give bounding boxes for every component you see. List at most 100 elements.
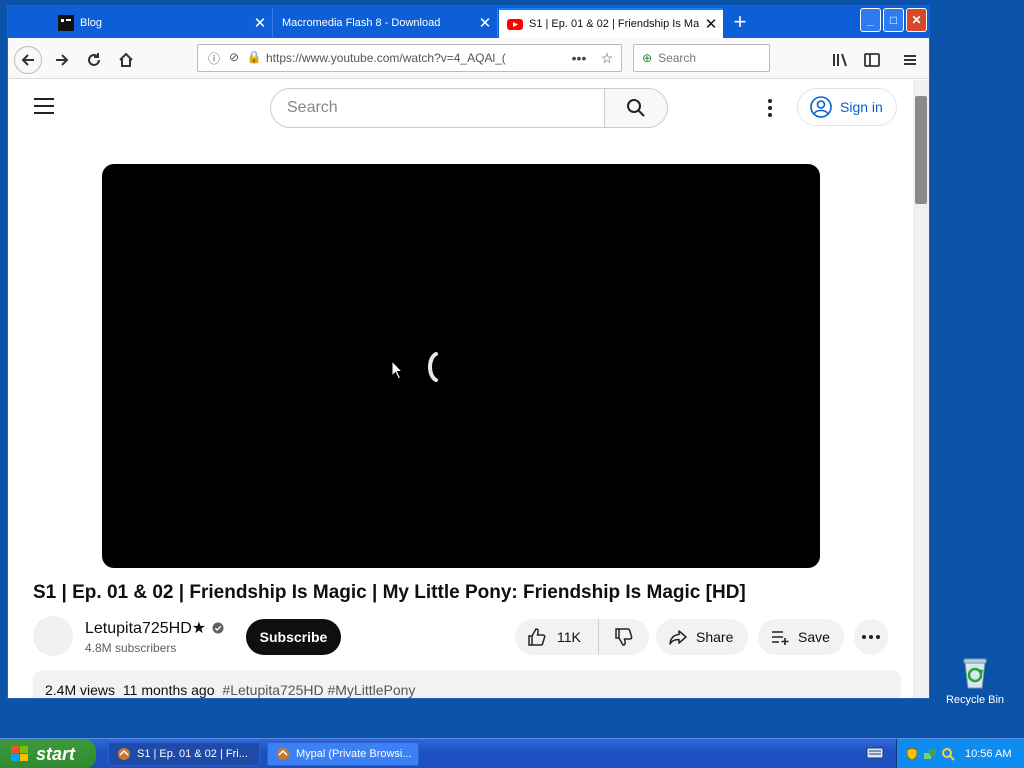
share-icon <box>669 630 687 645</box>
tracking-protection-icon[interactable]: ⊘ <box>226 50 242 66</box>
subscribe-button[interactable]: Subscribe <box>246 619 341 655</box>
share-label: Share <box>696 629 734 645</box>
close-tab-icon[interactable]: ✕ <box>699 15 723 33</box>
channel-avatar[interactable] <box>33 616 73 656</box>
search-icon <box>627 99 645 117</box>
verified-check-icon <box>212 622 224 634</box>
save-button[interactable]: Save <box>758 619 844 655</box>
back-arrow-icon <box>21 54 34 66</box>
tab-bar: Blog ✕ Macromedia Flash 8 - Download ✕ S… <box>8 6 929 38</box>
add-to-playlist-icon <box>772 631 789 645</box>
tab-youtube[interactable]: S1 | Ep. 01 & 02 | Friendship Is Ma ✕ <box>499 8 723 38</box>
recycle-bin-icon <box>960 656 990 690</box>
navigation-toolbar: ⓘ ⊘ 🔒 https://www.youtube.com/watch?v=4_… <box>8 38 929 79</box>
recycle-bin-label: Recycle Bin <box>945 694 1005 706</box>
browser-window: Blog ✕ Macromedia Flash 8 - Download ✕ S… <box>7 5 930 699</box>
dislike-button[interactable] <box>599 619 649 655</box>
hamburger-icon <box>904 55 916 65</box>
channel-name-row[interactable]: Letupita725HD★ <box>85 618 224 638</box>
window-controls: _ □ ✕ <box>860 8 927 32</box>
page-content: Search Sign in S1 | Ep. 01 & 02 | Friend… <box>8 80 913 698</box>
forward-button[interactable] <box>48 46 76 74</box>
account-icon <box>810 96 832 118</box>
vertical-scrollbar[interactable] <box>913 80 929 698</box>
taskbar-item-mypal[interactable]: Mypal (Private Browsi... <box>267 742 419 766</box>
clock: 10:56 AM <box>965 748 1012 760</box>
url-bar[interactable]: ⓘ ⊘ 🔒 https://www.youtube.com/watch?v=4_… <box>197 44 622 72</box>
mouse-cursor-icon <box>391 360 403 380</box>
youtube-favicon-icon <box>507 16 523 32</box>
like-dislike-group: 11K <box>515 619 649 655</box>
sidebar-button[interactable] <box>858 46 886 74</box>
security-shield-icon[interactable] <box>905 747 919 761</box>
taskbar-item-label: S1 | Ep. 01 & 02 | Fri... <box>137 748 248 760</box>
browser-app-icon <box>118 748 130 760</box>
browser-search-field[interactable]: ⊕ Search <box>633 44 770 72</box>
scrollbar-thumb[interactable] <box>915 96 927 204</box>
settings-menu-icon[interactable] <box>760 96 780 120</box>
search-tray-icon[interactable] <box>941 747 955 761</box>
loading-spinner-icon <box>428 352 438 382</box>
back-button[interactable] <box>14 46 42 74</box>
library-button[interactable] <box>826 46 854 74</box>
browser-search-placeholder: Search <box>658 51 697 65</box>
start-label: start <box>36 743 76 764</box>
more-actions-button[interactable] <box>854 619 888 655</box>
taskbar: start S1 | Ep. 01 & 02 | Fri... Mypal (P… <box>0 738 1024 768</box>
share-button[interactable]: Share <box>656 619 748 655</box>
library-icon <box>833 53 847 67</box>
recycle-bin[interactable]: Recycle Bin <box>940 656 1010 706</box>
network-icon[interactable] <box>923 747 937 761</box>
start-button[interactable]: start <box>0 739 96 768</box>
windows-flag-icon <box>11 746 28 761</box>
sign-in-button[interactable]: Sign in <box>797 88 897 126</box>
description-box[interactable]: 2.4M views 11 months ago #Letupita725HD … <box>33 670 901 698</box>
close-window-button[interactable]: ✕ <box>906 8 927 32</box>
video-title: S1 | Ep. 01 & 02 | Friendship Is Magic |… <box>33 582 746 603</box>
page-actions-icon[interactable]: ••• <box>565 50 593 66</box>
hashtags[interactable]: #Letupita725HD #MyLittlePony <box>222 682 415 698</box>
system-tray: 10:56 AM <box>896 739 1024 768</box>
youtube-search-placeholder: Search <box>287 99 338 116</box>
bookmark-star-icon[interactable]: ☆ <box>593 50 621 67</box>
tab-label: Macromedia Flash 8 - Download <box>282 17 441 29</box>
tab-macromedia[interactable]: Macromedia Flash 8 - Download ✕ <box>274 8 498 38</box>
menu-button[interactable] <box>896 46 924 74</box>
thumbs-up-icon <box>528 628 546 646</box>
guide-menu-icon[interactable] <box>34 98 54 114</box>
url-text[interactable]: https://www.youtube.com/watch?v=4_AQAl_( <box>266 51 565 65</box>
forward-arrow-icon <box>56 54 69 66</box>
lock-icon[interactable]: 🔒 <box>246 50 262 66</box>
like-count: 11K <box>557 629 581 645</box>
like-button[interactable]: 11K <box>515 619 599 655</box>
save-label: Save <box>798 629 830 645</box>
youtube-search-input[interactable]: Search <box>270 88 606 128</box>
home-button[interactable] <box>112 46 140 74</box>
home-icon <box>119 52 133 67</box>
taskbar-item-youtube[interactable]: S1 | Ep. 01 & 02 | Fri... <box>108 742 260 766</box>
close-tab-icon[interactable]: ✕ <box>473 14 497 32</box>
maximize-button[interactable]: □ <box>883 8 904 32</box>
tab-blog[interactable]: Blog ✕ <box>50 8 273 38</box>
reload-icon <box>88 53 100 66</box>
blog-favicon-icon <box>58 15 74 31</box>
search-engine-icon: ⊕ <box>642 51 653 65</box>
reload-button[interactable] <box>80 46 108 74</box>
new-tab-button[interactable]: + <box>727 10 753 36</box>
youtube-search-button[interactable] <box>604 88 668 128</box>
upload-age: 11 months ago <box>122 682 215 698</box>
video-player[interactable] <box>102 164 820 568</box>
sidebar-icon <box>864 53 880 67</box>
info-icon[interactable]: ⓘ <box>206 50 222 66</box>
minimize-button[interactable]: _ <box>860 8 881 32</box>
tab-label: Blog <box>80 17 103 29</box>
subscriber-count: 4.8M subscribers <box>85 641 177 655</box>
close-tab-icon[interactable]: ✕ <box>248 14 272 32</box>
keyboard-icon[interactable] <box>866 745 884 761</box>
taskbar-item-label: Mypal (Private Browsi... <box>296 748 412 760</box>
tab-label: S1 | Ep. 01 & 02 | Friendship Is Ma <box>529 18 699 30</box>
thumbs-down-icon <box>615 628 633 646</box>
browser-app-icon <box>277 748 289 760</box>
sign-in-label: Sign in <box>840 99 883 115</box>
channel-name[interactable]: Letupita725HD★ <box>85 618 206 638</box>
